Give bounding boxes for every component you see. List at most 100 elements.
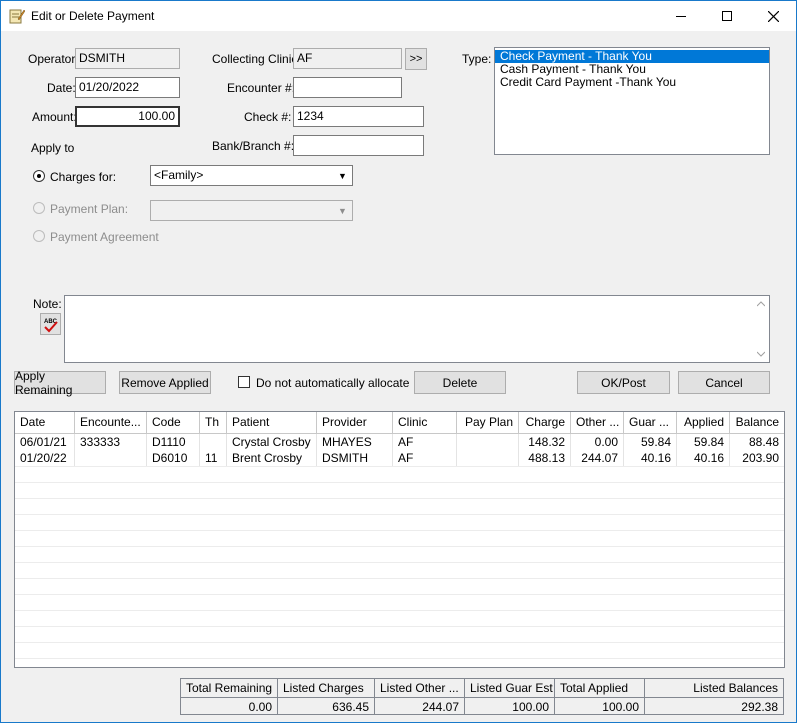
cell-clinic: AF bbox=[393, 450, 457, 466]
cell-charge: 148.32 bbox=[519, 434, 571, 450]
grid-row-line bbox=[15, 530, 784, 531]
grid-row-line bbox=[15, 658, 784, 659]
grid-row-line bbox=[15, 482, 784, 483]
listed-balances-value: 292.38 bbox=[645, 697, 783, 715]
spell-check-button[interactable]: ABC bbox=[40, 313, 61, 335]
grid-row-line bbox=[15, 498, 784, 499]
col-charge[interactable]: Charge bbox=[519, 412, 571, 434]
type-option-credit-card[interactable]: Credit Card Payment -Thank You bbox=[495, 76, 769, 89]
cell-applied: 40.16 bbox=[677, 450, 730, 466]
collecting-clinic-label: Collecting Clinic: bbox=[212, 52, 301, 66]
listed-charges-value: 636.45 bbox=[278, 697, 375, 715]
spell-check-icon: ABC bbox=[44, 319, 58, 332]
grid-row-line bbox=[15, 610, 784, 611]
charges-for-select[interactable]: <Family> ▼ bbox=[150, 165, 353, 186]
col-code[interactable]: Code bbox=[147, 412, 200, 434]
cancel-button[interactable]: Cancel bbox=[678, 371, 770, 394]
cell-applied: 59.84 bbox=[677, 434, 730, 450]
cell-date: 01/20/22 bbox=[15, 450, 75, 466]
encounter-field[interactable] bbox=[293, 77, 402, 98]
cell-patient: Brent Crosby bbox=[227, 450, 317, 466]
cell-encounter: 333333 bbox=[75, 434, 147, 450]
grid-row-line bbox=[15, 562, 784, 563]
grid-row-line bbox=[15, 466, 784, 467]
clinic-browse-button[interactable]: >> bbox=[405, 48, 427, 70]
payment-agreement-radio[interactable] bbox=[33, 230, 45, 242]
total-remaining-value: 0.00 bbox=[181, 697, 278, 715]
col-guar[interactable]: Guar ... bbox=[624, 412, 677, 434]
type-label: Type: bbox=[462, 52, 492, 66]
col-applied[interactable]: Applied bbox=[677, 412, 730, 434]
note-textarea[interactable] bbox=[64, 295, 770, 363]
minimize-icon bbox=[676, 15, 686, 17]
close-button[interactable] bbox=[750, 1, 796, 31]
col-date[interactable]: Date bbox=[15, 412, 75, 434]
cell-encounter bbox=[75, 450, 147, 466]
listed-guar-est-header: Listed Guar Est bbox=[465, 679, 555, 697]
operator-field: DSMITH bbox=[75, 48, 180, 69]
col-clinic[interactable]: Clinic bbox=[393, 412, 457, 434]
charges-for-radio[interactable] bbox=[33, 170, 45, 182]
grid-header: Date Encounte... Code Th Patient Provide… bbox=[15, 412, 784, 434]
cell-patient: Crystal Crosby bbox=[227, 434, 317, 450]
date-field[interactable]: 01/20/2022 bbox=[75, 77, 180, 98]
minimize-button[interactable] bbox=[658, 1, 704, 31]
col-encounter[interactable]: Encounte... bbox=[75, 412, 147, 434]
note-scrollbar[interactable] bbox=[753, 297, 769, 361]
bank-branch-field[interactable] bbox=[293, 135, 424, 156]
scroll-up-icon[interactable] bbox=[757, 301, 765, 307]
chevron-down-icon[interactable]: ▼ bbox=[334, 167, 351, 184]
col-tooth[interactable]: Th bbox=[200, 412, 227, 434]
bank-branch-label: Bank/Branch #: bbox=[212, 139, 295, 153]
listed-balances-header: Listed Balances bbox=[693, 681, 778, 695]
cell-clinic: AF bbox=[393, 434, 457, 450]
window-title: Edit or Delete Payment bbox=[31, 9, 155, 23]
check-number-label: Check #: bbox=[244, 110, 292, 124]
grid-row-line bbox=[15, 642, 784, 643]
col-balance[interactable]: Balance bbox=[730, 412, 784, 434]
remove-applied-button[interactable]: Remove Applied bbox=[119, 371, 211, 394]
cell-other: 244.07 bbox=[571, 450, 624, 466]
col-patient[interactable]: Patient bbox=[227, 412, 317, 434]
col-provider[interactable]: Provider bbox=[317, 412, 393, 434]
cell-code: D1110 bbox=[147, 434, 200, 450]
ok-post-button[interactable]: OK/Post bbox=[577, 371, 670, 394]
scroll-down-icon[interactable] bbox=[757, 351, 765, 357]
cell-pay-plan bbox=[457, 450, 519, 466]
col-pay-plan[interactable]: Pay Plan bbox=[457, 412, 519, 434]
cell-pay-plan bbox=[457, 434, 519, 450]
maximize-button[interactable] bbox=[704, 1, 750, 31]
cell-code: D6010 bbox=[147, 450, 200, 466]
edit-document-icon bbox=[9, 9, 25, 24]
check-number-field[interactable]: 1234 bbox=[293, 106, 424, 127]
cell-provider: MHAYES bbox=[317, 434, 393, 450]
no-auto-allocate-checkbox[interactable] bbox=[238, 376, 250, 388]
payment-plan-radio[interactable] bbox=[33, 202, 45, 214]
payment-splits-grid[interactable]: Date Encounte... Code Th Patient Provide… bbox=[14, 411, 785, 668]
cell-guar: 59.84 bbox=[624, 434, 677, 450]
grid-row-line bbox=[15, 546, 784, 547]
apply-remaining-button[interactable]: Apply Remaining bbox=[14, 369, 106, 397]
table-row[interactable]: 06/01/21 333333 D1110 Crystal Crosby MHA… bbox=[15, 434, 784, 450]
grid-row-line bbox=[15, 626, 784, 627]
title-bar: Edit or Delete Payment bbox=[1, 1, 796, 31]
totals-table: Total Remaining Listed Charges Listed Ot… bbox=[180, 678, 784, 715]
grid-row-line bbox=[15, 594, 784, 595]
payment-plan-select: ▼ bbox=[150, 200, 353, 221]
table-row[interactable]: 01/20/22 D6010 11 Brent Crosby DSMITH AF… bbox=[15, 450, 784, 466]
chevron-down-icon: ▼ bbox=[338, 205, 347, 216]
payment-type-list[interactable]: Check Payment - Thank You Cash Payment -… bbox=[494, 47, 770, 155]
total-applied-value: 100.00 bbox=[555, 697, 645, 715]
note-label: Note: bbox=[33, 297, 62, 311]
maximize-icon bbox=[722, 11, 732, 21]
date-label: Date: bbox=[47, 81, 76, 95]
col-other[interactable]: Other ... bbox=[571, 412, 624, 434]
amount-field[interactable]: 100.00 bbox=[75, 106, 180, 127]
delete-button[interactable]: Delete bbox=[414, 371, 506, 394]
grid-row-line bbox=[15, 578, 784, 579]
cell-date: 06/01/21 bbox=[15, 434, 75, 450]
listed-charges-header: Listed Charges bbox=[278, 679, 375, 697]
cell-other: 0.00 bbox=[571, 434, 624, 450]
collecting-clinic-field: AF bbox=[293, 48, 402, 69]
cell-guar: 40.16 bbox=[624, 450, 677, 466]
